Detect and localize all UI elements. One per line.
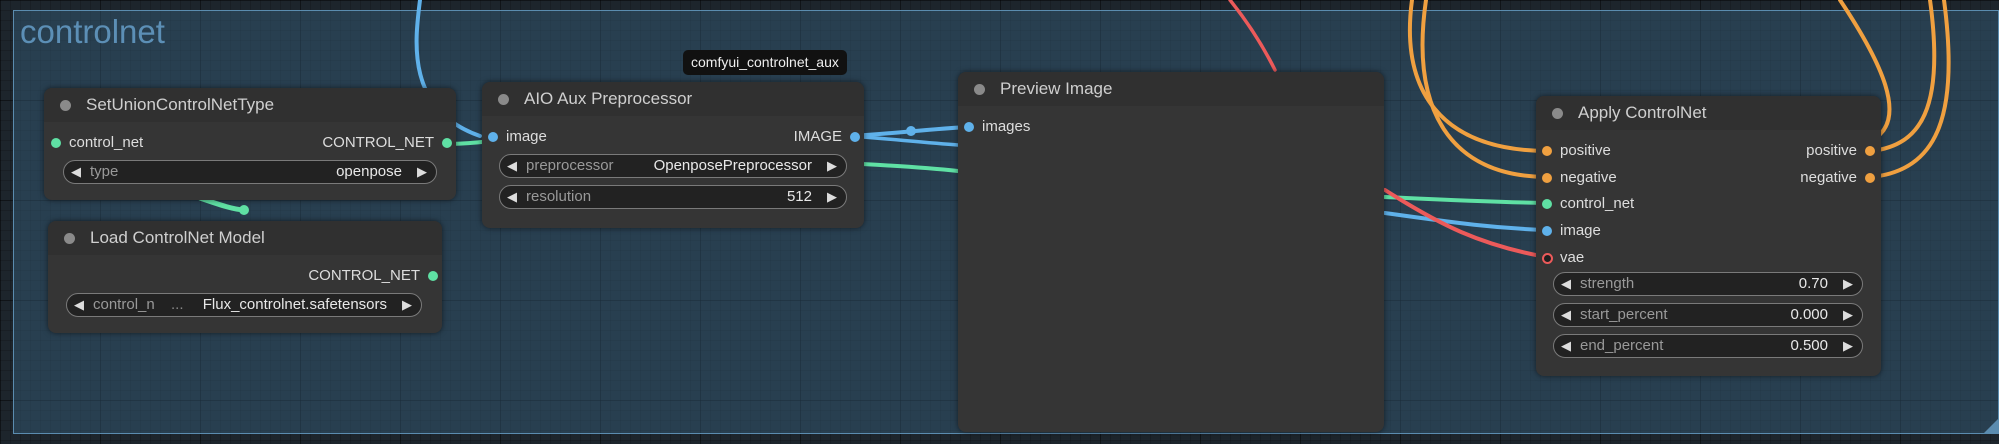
widget-value: 0.500 — [1790, 337, 1828, 354]
widget-label: strength — [1580, 275, 1635, 292]
output-connector[interactable] — [1865, 146, 1875, 156]
arrow-right-icon[interactable]: ▶ — [1843, 273, 1853, 295]
slot-label: image — [506, 128, 547, 145]
node-title-bar[interactable]: Load ControlNet Model — [48, 221, 442, 255]
widget-label: end_percent — [1580, 337, 1664, 354]
node-load-controlnet-model[interactable]: Load ControlNet Model CONTROL_NET ◀ cont… — [48, 221, 442, 333]
node-title: AIO Aux Preprocessor — [524, 89, 693, 108]
node-apply-controlnet[interactable]: Apply ControlNet positive negative contr… — [1536, 96, 1881, 376]
arrow-right-icon[interactable]: ▶ — [827, 155, 837, 177]
arrow-left-icon[interactable]: ◀ — [507, 155, 517, 177]
input-connector[interactable] — [51, 138, 61, 148]
arrow-right-icon[interactable]: ▶ — [417, 161, 427, 183]
node-set-union-controlnet-type[interactable]: SetUnionControlNetType control_net CONTR… — [44, 88, 456, 200]
slot-label: positive — [1560, 142, 1611, 159]
node-title-bar[interactable]: Apply ControlNet — [1536, 96, 1881, 130]
number-widget-start-percent[interactable]: ◀ start_percent 0.000 ▶ — [1553, 303, 1863, 327]
group-resize-handle[interactable] — [1984, 419, 1998, 433]
slot-label: image — [1560, 222, 1601, 239]
node-title: Apply ControlNet — [1578, 103, 1707, 122]
collapse-dot[interactable] — [1552, 108, 1563, 119]
node-title: SetUnionControlNetType — [86, 95, 275, 114]
input-slot-images[interactable]: images — [964, 118, 1030, 135]
arrow-right-icon[interactable]: ▶ — [827, 186, 837, 208]
widget-value: OpenposePreprocessor — [653, 157, 812, 174]
slot-label: negative — [1560, 169, 1617, 186]
output-connector[interactable] — [850, 132, 860, 142]
input-connector[interactable] — [1542, 146, 1552, 156]
node-source-tooltip: comfyui_controlnet_aux — [683, 50, 847, 75]
output-slot-control-net[interactable]: CONTROL_NET — [308, 267, 438, 284]
arrow-left-icon[interactable]: ◀ — [71, 161, 81, 183]
node-title: Preview Image — [1000, 79, 1113, 98]
arrow-left-icon[interactable]: ◀ — [1561, 335, 1571, 357]
input-connector-optional[interactable] — [1542, 253, 1553, 264]
input-connector[interactable] — [1542, 199, 1552, 209]
input-slot-image[interactable]: image — [488, 128, 547, 145]
input-connector[interactable] — [1542, 173, 1552, 183]
input-slot-control-net[interactable]: control_net — [1542, 195, 1634, 212]
input-slot-negative[interactable]: negative — [1542, 169, 1617, 186]
node-title-bar[interactable]: AIO Aux Preprocessor — [482, 82, 864, 116]
combo-widget-type[interactable]: ◀ type openpose ▶ — [63, 160, 437, 184]
widget-value: Flux_controlnet.safetensors — [202, 296, 387, 313]
output-connector[interactable] — [1865, 173, 1875, 183]
widget-label-ellipsis: ... — [171, 296, 184, 313]
slot-label: positive — [1806, 142, 1857, 159]
number-widget-resolution[interactable]: ◀ resolution 512 ▶ — [499, 185, 847, 209]
input-slot-vae[interactable]: vae — [1542, 249, 1584, 266]
node-title-bar[interactable]: SetUnionControlNetType — [44, 88, 456, 122]
node-title-bar[interactable]: Preview Image — [958, 72, 1384, 106]
arrow-left-icon[interactable]: ◀ — [1561, 273, 1571, 295]
group-title[interactable]: controlnet — [20, 13, 165, 51]
widget-label: start_percent — [1580, 306, 1668, 323]
collapse-dot[interactable] — [498, 94, 509, 105]
widget-value: 512 — [786, 188, 812, 205]
node-aio-aux-preprocessor[interactable]: AIO Aux Preprocessor image IMAGE ◀ prepr… — [482, 82, 864, 228]
widget-value: 0.000 — [1790, 306, 1828, 323]
slot-label: IMAGE — [793, 128, 842, 145]
combo-widget-preprocessor[interactable]: ◀ preprocessor OpenposePreprocessor ▶ — [499, 154, 847, 178]
arrow-right-icon[interactable]: ▶ — [1843, 304, 1853, 326]
input-slot-control-net[interactable]: control_net — [51, 134, 143, 151]
output-connector[interactable] — [428, 271, 438, 281]
arrow-right-icon[interactable]: ▶ — [1843, 335, 1853, 357]
node-preview-image[interactable]: Preview Image images — [958, 72, 1384, 432]
output-slot-image[interactable]: IMAGE — [794, 128, 860, 145]
widget-label: preprocessor — [526, 157, 614, 174]
arrow-left-icon[interactable]: ◀ — [507, 186, 517, 208]
number-widget-strength[interactable]: ◀ strength 0.70 ▶ — [1553, 272, 1863, 296]
slot-label: control_net — [1560, 195, 1635, 212]
slot-label: CONTROL_NET — [308, 267, 420, 284]
input-slot-image[interactable]: image — [1542, 222, 1601, 239]
widget-value: 0.70 — [1798, 275, 1828, 292]
widget-label: resolution — [526, 188, 592, 205]
combo-widget-control-net-name[interactable]: ◀ control_n ... Flux_controlnet.safetens… — [66, 293, 422, 317]
widget-label: type — [90, 163, 119, 180]
collapse-dot[interactable] — [60, 100, 71, 111]
output-slot-negative[interactable]: negative — [1800, 169, 1875, 186]
collapse-dot[interactable] — [974, 84, 985, 95]
output-connector[interactable] — [442, 138, 452, 148]
node-title: Load ControlNet Model — [90, 228, 265, 247]
output-slot-positive[interactable]: positive — [1806, 142, 1875, 159]
slot-label: images — [982, 118, 1031, 135]
widget-label: control_n — [93, 296, 155, 313]
collapse-dot[interactable] — [64, 233, 75, 244]
output-slot-control-net[interactable]: CONTROL_NET — [322, 134, 452, 151]
slot-label: CONTROL_NET — [322, 134, 434, 151]
input-connector[interactable] — [488, 132, 498, 142]
arrow-left-icon[interactable]: ◀ — [74, 294, 84, 316]
input-connector[interactable] — [964, 122, 974, 132]
slot-label: vae — [1560, 249, 1585, 266]
arrow-left-icon[interactable]: ◀ — [1561, 304, 1571, 326]
input-slot-positive[interactable]: positive — [1542, 142, 1611, 159]
number-widget-end-percent[interactable]: ◀ end_percent 0.500 ▶ — [1553, 334, 1863, 358]
widget-value: openpose — [336, 163, 402, 180]
input-connector[interactable] — [1542, 226, 1552, 236]
slot-label: negative — [1800, 169, 1857, 186]
slot-label: control_net — [69, 134, 144, 151]
arrow-right-icon[interactable]: ▶ — [402, 294, 412, 316]
